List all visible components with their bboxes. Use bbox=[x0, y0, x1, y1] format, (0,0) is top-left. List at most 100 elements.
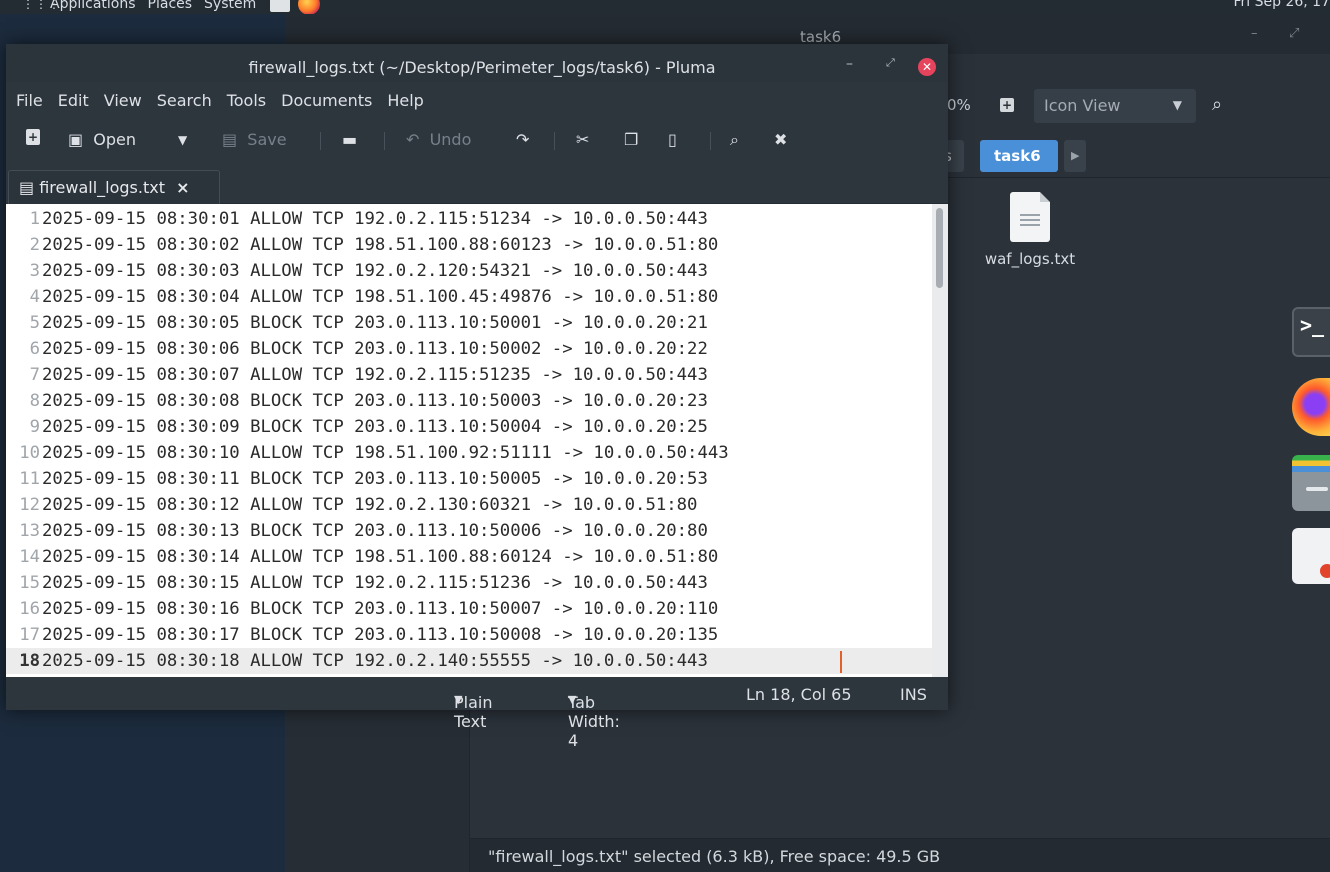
menu-view[interactable]: View bbox=[104, 91, 142, 110]
editor-line: 14 2025-09-15 08:30:14 ALLOW TCP 198.51.1… bbox=[6, 544, 932, 570]
terminal-launcher-icon[interactable] bbox=[270, 0, 291, 12]
search-icon[interactable]: ⌕ bbox=[1212, 94, 1222, 115]
line-text: 2025-09-15 08:30:16 BLOCK TCP 203.0.113.… bbox=[42, 599, 719, 619]
menubar: File Edit View Search Tools Documents He… bbox=[6, 82, 948, 118]
pluma-titlebar[interactable]: firewall_logs.txt (~/Desktop/Perimeter_l… bbox=[6, 44, 948, 82]
editor-line: 16 2025-09-15 08:30:16 BLOCK TCP 203.0.11… bbox=[6, 596, 932, 622]
editor-line: 13 2025-09-15 08:30:13 BLOCK TCP 203.0.11… bbox=[6, 518, 932, 544]
scrollbar-thumb[interactable] bbox=[936, 208, 943, 288]
menu-tools[interactable]: Tools bbox=[227, 91, 266, 110]
line-text: 2025-09-15 08:30:18 ALLOW TCP 192.0.2.14… bbox=[42, 651, 708, 671]
editor-line: 17 2025-09-15 08:30:17 BLOCK TCP 203.0.11… bbox=[6, 622, 932, 648]
file-item-waf-logs[interactable]: waf_logs.txt bbox=[975, 192, 1085, 268]
breadcrumb-next-button[interactable]: ▶ bbox=[1064, 140, 1086, 172]
cut-icon[interactable]: ✂ bbox=[576, 130, 589, 149]
line-text: 2025-09-15 08:30:04 ALLOW TCP 198.51.100… bbox=[42, 287, 719, 307]
line-text: 2025-09-15 08:30:09 BLOCK TCP 203.0.113.… bbox=[42, 417, 708, 437]
editor-line: 9 2025-09-15 08:30:09 BLOCK TCP 203.0.113… bbox=[6, 414, 932, 440]
copy-icon[interactable]: ❐ bbox=[624, 130, 638, 149]
applications-menu[interactable]: Applications bbox=[50, 0, 136, 12]
editor-line-current: 18 2025-09-15 08:30:18 ALLOW TCP 192.0.2.… bbox=[6, 648, 932, 674]
zoom-level: 0% bbox=[947, 96, 971, 114]
new-document-icon[interactable]: + bbox=[26, 129, 40, 145]
text-file-icon bbox=[1010, 192, 1050, 242]
dock-terminal-icon[interactable]: >_ bbox=[1292, 307, 1330, 357]
menu-search[interactable]: Search bbox=[157, 91, 212, 110]
line-text: 2025-09-15 08:30:01 ALLOW TCP 192.0.2.11… bbox=[42, 209, 708, 229]
line-number: 3 bbox=[29, 261, 40, 281]
line-number: 4 bbox=[29, 287, 40, 307]
view-mode-label: Icon View bbox=[1044, 96, 1121, 115]
open-recent-dropdown[interactable]: ▼ bbox=[178, 133, 187, 147]
chevron-right-icon: ▶ bbox=[1071, 149, 1080, 162]
tab-firewall-logs[interactable]: ▤ firewall_logs.txt × bbox=[8, 170, 220, 204]
vertical-scrollbar[interactable] bbox=[932, 204, 948, 677]
toolbar-separator bbox=[384, 132, 385, 150]
line-number: 11 bbox=[19, 469, 40, 489]
dock-files-icon[interactable] bbox=[1292, 455, 1330, 511]
fm-maximize-icon[interactable]: ⤢ bbox=[1289, 26, 1299, 41]
print-icon[interactable]: ▬ bbox=[342, 130, 357, 149]
clock[interactable]: Fri Sep 26, 17 bbox=[1234, 0, 1330, 10]
minimize-icon[interactable]: – bbox=[846, 56, 853, 72]
places-menu[interactable]: Places bbox=[148, 0, 193, 12]
breadcrumb-current-label: task6 bbox=[994, 147, 1041, 165]
firefox-launcher-icon[interactable] bbox=[298, 0, 321, 14]
line-number: 6 bbox=[29, 339, 40, 359]
file-item-name: waf_logs.txt bbox=[984, 250, 1076, 268]
chevron-down-icon: ▼ bbox=[1172, 98, 1182, 112]
editor-statusbar: Plain Text ▼ Tab Width: 4 ▼ Ln 18, Col 6… bbox=[6, 677, 948, 750]
line-text: 2025-09-15 08:30:15 ALLOW TCP 192.0.2.11… bbox=[42, 573, 708, 593]
line-number: 14 bbox=[19, 547, 40, 567]
line-number: 15 bbox=[19, 573, 40, 593]
tab-close-icon[interactable]: × bbox=[176, 178, 189, 197]
text-caret bbox=[840, 651, 842, 673]
paste-icon[interactable]: ▯ bbox=[668, 130, 677, 149]
view-mode-select[interactable]: Icon View ▼ bbox=[1034, 89, 1196, 123]
chevron-down-icon: ▼ bbox=[454, 693, 463, 706]
line-number: 7 bbox=[29, 365, 40, 385]
fm-statusbar: "firewall_logs.txt" selected (6.3 kB), F… bbox=[470, 838, 1330, 872]
text-editor[interactable]: 1 2025-09-15 08:30:01 ALLOW TCP 192.0.2.1… bbox=[6, 204, 932, 677]
undo-button[interactable]: ↶ Undo bbox=[406, 130, 471, 149]
toolbar-separator bbox=[710, 132, 711, 150]
line-number: 18 bbox=[19, 651, 40, 671]
editor-line: 1 2025-09-15 08:30:01 ALLOW TCP 192.0.2.1… bbox=[6, 206, 932, 232]
tab-label: firewall_logs.txt bbox=[39, 178, 165, 197]
editor-line: 4 2025-09-15 08:30:04 ALLOW TCP 198.51.10… bbox=[6, 284, 932, 310]
find-replace-icon[interactable]: ✖ bbox=[774, 130, 787, 149]
document-icon: ▤ bbox=[19, 178, 35, 197]
menu-edit[interactable]: Edit bbox=[58, 91, 89, 110]
pluma-window: firewall_logs.txt (~/Desktop/Perimeter_l… bbox=[6, 44, 948, 750]
editor-line: 7 2025-09-15 08:30:07 ALLOW TCP 192.0.2.1… bbox=[6, 362, 932, 388]
undo-label: Undo bbox=[429, 130, 472, 149]
menu-documents[interactable]: Documents bbox=[281, 91, 372, 110]
menu-file[interactable]: File bbox=[16, 91, 43, 110]
line-number: 5 bbox=[29, 313, 40, 333]
maximize-icon[interactable]: ⤢ bbox=[886, 56, 895, 70]
apps-grid-icon[interactable]: ⋮⋮⋮ bbox=[22, 0, 60, 11]
cursor-position: Ln 18, Col 65 bbox=[746, 685, 852, 704]
fm-minimize-icon[interactable]: – bbox=[1251, 26, 1258, 41]
find-icon[interactable]: ⌕ bbox=[730, 130, 739, 150]
line-text: 2025-09-15 08:30:08 BLOCK TCP 203.0.113.… bbox=[42, 391, 708, 411]
tabbar: ▤ firewall_logs.txt × bbox=[6, 170, 948, 204]
line-text: 2025-09-15 08:30:14 ALLOW TCP 198.51.100… bbox=[42, 547, 719, 567]
zoom-in-icon[interactable]: + bbox=[1000, 98, 1014, 112]
line-number: 2 bbox=[29, 235, 40, 255]
save-button[interactable]: ▤ Save bbox=[222, 130, 287, 149]
line-number: 1 bbox=[29, 209, 40, 229]
system-menu[interactable]: System bbox=[204, 0, 256, 12]
line-number: 17 bbox=[19, 625, 40, 645]
line-number: 16 bbox=[19, 599, 40, 619]
chevron-down-icon: ▼ bbox=[568, 693, 577, 706]
breadcrumb-task6[interactable]: task6 bbox=[980, 140, 1058, 172]
close-icon[interactable]: ✕ bbox=[918, 58, 936, 76]
dock-text-editor-icon[interactable] bbox=[1292, 528, 1330, 584]
menu-help[interactable]: Help bbox=[387, 91, 423, 110]
open-button[interactable]: ▣ Open bbox=[68, 130, 136, 149]
save-label: Save bbox=[247, 130, 287, 149]
redo-icon[interactable]: ↷ bbox=[516, 130, 529, 149]
toolbar-separator bbox=[554, 132, 555, 150]
undo-icon: ↶ bbox=[406, 130, 420, 149]
